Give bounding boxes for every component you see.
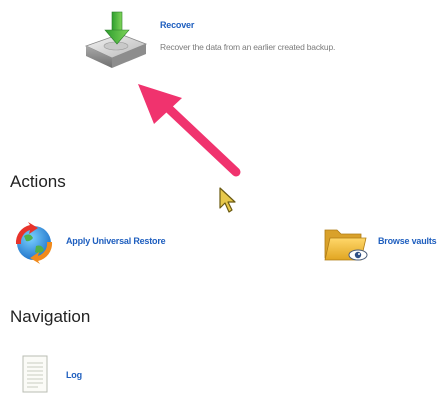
- recover-link[interactable]: Recover: [160, 20, 194, 30]
- document-icon[interactable]: [20, 354, 50, 396]
- folder-eye-icon[interactable]: [322, 222, 370, 264]
- navigation-heading: Navigation: [10, 307, 91, 326]
- actions-heading: Actions: [10, 172, 66, 191]
- annotation-arrow: [130, 80, 245, 180]
- browse-vaults-link[interactable]: Browse vaults: [378, 236, 437, 246]
- log-link[interactable]: Log: [66, 370, 82, 380]
- recover-description: Recover the data from an earlier created…: [160, 42, 336, 52]
- apply-universal-restore-link[interactable]: Apply Universal Restore: [66, 236, 166, 246]
- recover-icon[interactable]: [80, 10, 152, 74]
- universal-restore-icon[interactable]: [10, 222, 58, 264]
- mouse-cursor-icon: [218, 186, 238, 214]
